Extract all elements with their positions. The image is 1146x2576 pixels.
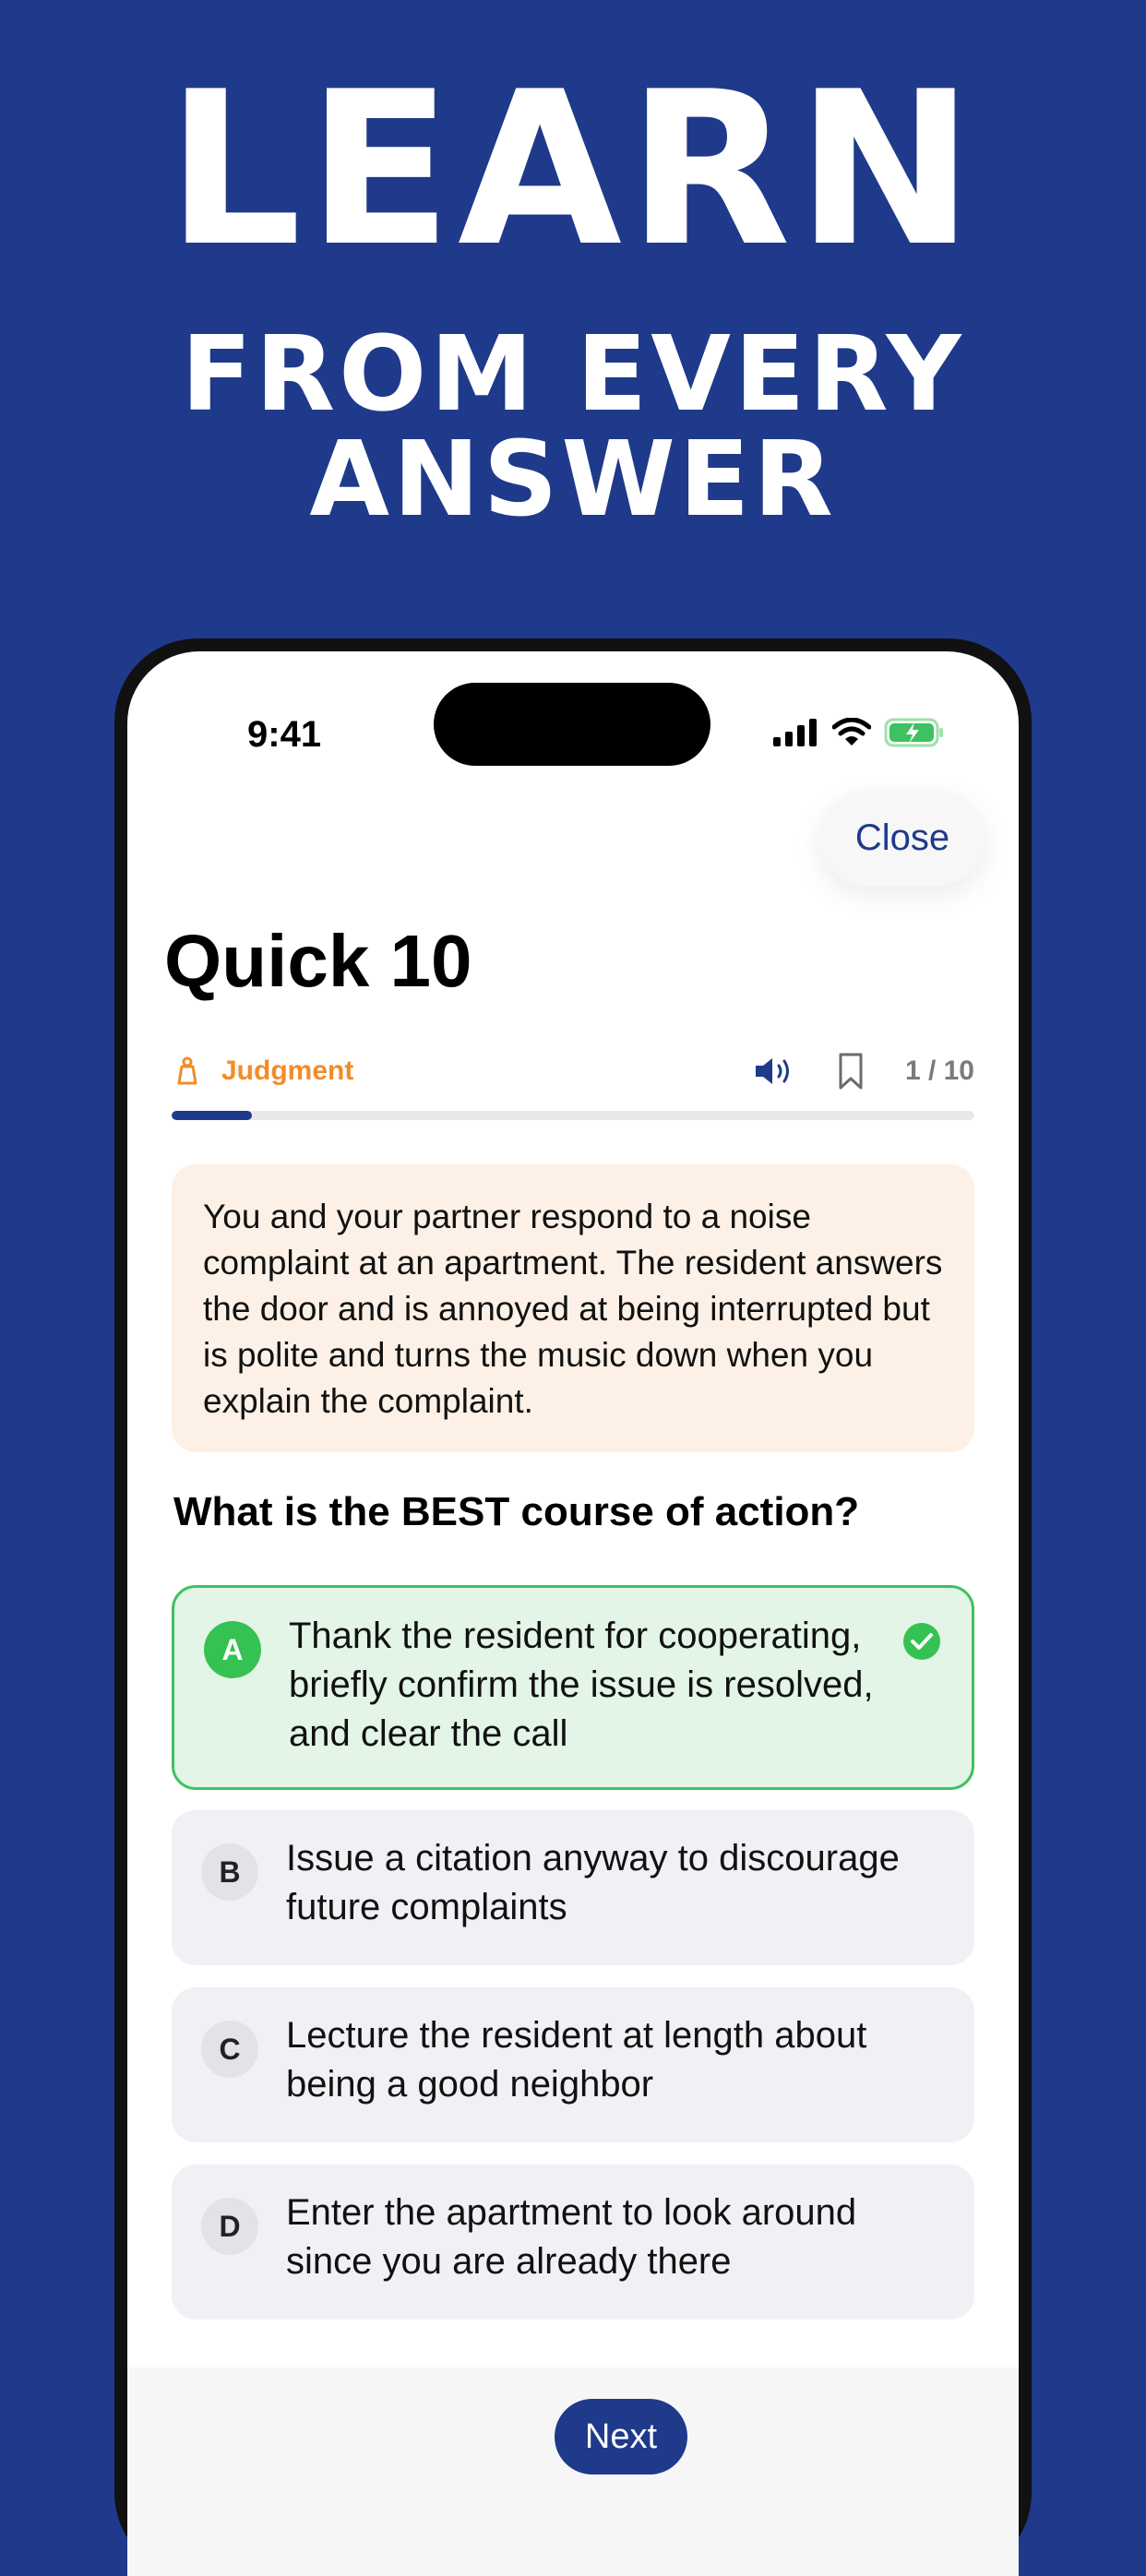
option-d[interactable]: D Enter the apartment to look around sin…	[172, 2165, 974, 2320]
option-b[interactable]: B Issue a citation anyway to discourage …	[172, 1810, 974, 1965]
scenario-card: You and your partner respond to a noise …	[172, 1164, 974, 1452]
quiz-progress-fill	[172, 1111, 252, 1120]
option-c[interactable]: C Lecture the resident at length about b…	[172, 1987, 974, 2142]
headline-learn: LEARN	[166, 47, 980, 293]
option-text: Thank the resident for cooperating, brie…	[289, 1616, 874, 1754]
page-title: Quick 10	[164, 920, 472, 1002]
headline-answer: ANSWER	[309, 420, 837, 540]
quiz-progress-bar	[172, 1111, 974, 1120]
quiz-meta-row: Judgment 1 / 10	[172, 1048, 974, 1094]
option-text: Issue a citation anyway to discourage fu…	[286, 1838, 900, 1927]
dynamic-island	[434, 683, 710, 766]
next-button[interactable]: Next	[555, 2399, 687, 2475]
option-letter-badge: B	[201, 1843, 258, 1901]
battery-charging-icon	[884, 718, 943, 747]
headline-from-every: FROM EVERY	[181, 315, 965, 435]
phone-frame: 9:41 Close Quick 10 Judgment 1 / 10 You …	[114, 638, 1032, 2576]
question-counter: 1 / 10	[904, 1055, 974, 1086]
option-letter-badge: A	[204, 1621, 261, 1678]
weight-icon	[177, 1056, 197, 1085]
speaker-icon[interactable]	[754, 1055, 796, 1087]
quiz-meta-actions: 1 / 10	[754, 1052, 974, 1091]
phone-screen: 9:41 Close Quick 10 Judgment 1 / 10 You …	[127, 651, 1019, 2576]
status-time: 9:41	[247, 714, 322, 755]
bookmark-icon[interactable]	[837, 1052, 865, 1091]
close-button[interactable]: Close	[819, 790, 985, 886]
option-letter-badge: D	[201, 2198, 258, 2255]
checkmark-circle-icon	[903, 1623, 940, 1660]
status-icons	[773, 718, 945, 747]
question-text: What is the BEST course of action?	[173, 1489, 860, 1534]
option-text: Enter the apartment to look around since…	[286, 2192, 857, 2282]
category-label: Judgment	[221, 1055, 354, 1086]
cellular-signal-icon	[773, 719, 817, 746]
footer-bar	[127, 2367, 1019, 2576]
option-letter-badge: C	[201, 2021, 258, 2078]
option-text: Lecture the resident at length about bei…	[286, 2015, 867, 2105]
option-a[interactable]: A Thank the resident for cooperating, br…	[172, 1585, 974, 1790]
wifi-icon	[832, 718, 871, 745]
